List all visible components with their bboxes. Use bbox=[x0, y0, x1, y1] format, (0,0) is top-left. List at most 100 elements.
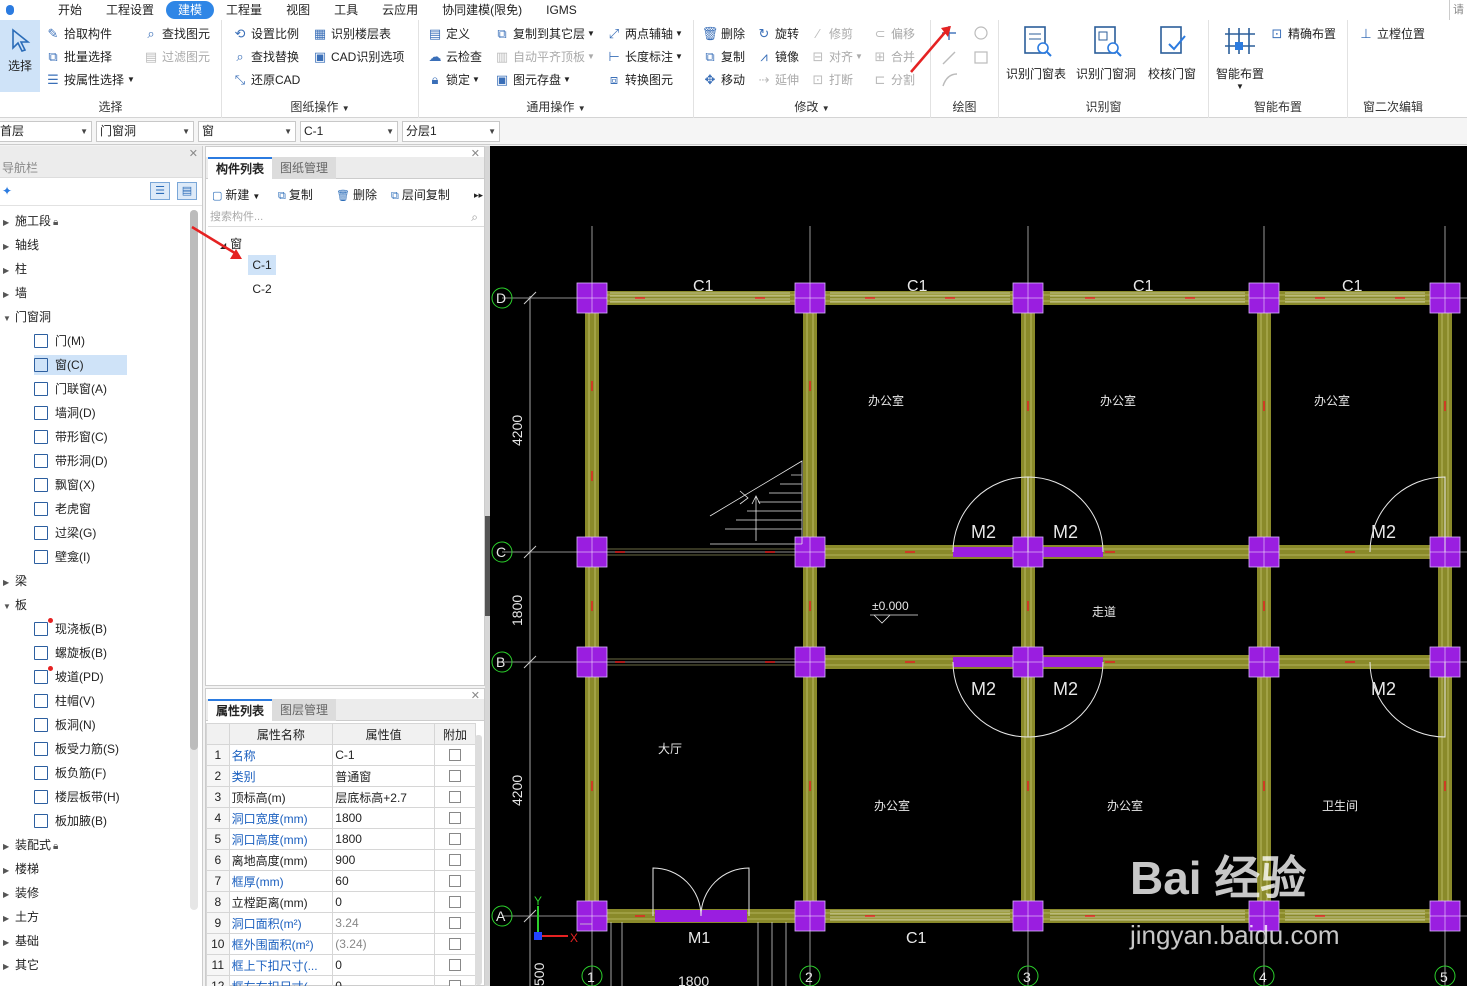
tree-node-wall[interactable]: ▶ 墙 bbox=[0, 283, 27, 303]
find-element-button[interactable]: ⌕ 查找图元 bbox=[143, 24, 210, 44]
tab-component-list[interactable]: 构件列表 bbox=[208, 157, 273, 179]
tree-child-bay-window[interactable]: 飘窗(X) bbox=[34, 475, 127, 495]
property-extra-checkbox[interactable] bbox=[433, 954, 477, 976]
menu-cloud[interactable]: 云应用 bbox=[370, 1, 430, 19]
menu-project-settings[interactable]: 工程设置 bbox=[94, 1, 166, 19]
property-extra-checkbox[interactable] bbox=[433, 849, 477, 871]
tree-node-decoration[interactable]: ▶ 装修 bbox=[0, 883, 39, 903]
property-row[interactable]: 4 洞口宽度(mm) 1800 bbox=[206, 807, 477, 829]
rotate-button[interactable]: ↻ 旋转 bbox=[756, 24, 799, 44]
layer-select[interactable]: 分层1 ▼ bbox=[402, 121, 500, 142]
tree-child-slab-rebar[interactable]: 板受力筋(S) bbox=[34, 739, 127, 759]
menu-start[interactable]: 开始 bbox=[46, 1, 94, 19]
detail-view-icon[interactable]: ▤ bbox=[177, 182, 197, 200]
element-save-button[interactable]: ▣ 图元存盘 ▼ bbox=[494, 70, 571, 90]
precise-place-button[interactable]: ⊡ 精确布置 bbox=[1269, 24, 1336, 44]
find-replace-button[interactable]: ⌕ 查找替换 bbox=[232, 47, 299, 67]
menu-view[interactable]: 视图 bbox=[274, 1, 322, 19]
tree-node-other[interactable]: ▶ 其它 bbox=[0, 955, 39, 975]
move-button[interactable]: ✥ 移动 bbox=[702, 70, 745, 90]
property-row[interactable]: 10 框外围面积(m²) (3.24) bbox=[206, 933, 477, 955]
set-scale-button[interactable]: ⟲ 设置比例 bbox=[232, 24, 299, 44]
select-button[interactable]: 选择 bbox=[0, 20, 40, 92]
property-row[interactable]: 8 立樘距离(mm) 0 bbox=[206, 891, 477, 913]
category-select[interactable]: 门窗洞 ▼ bbox=[96, 121, 194, 142]
property-extra-checkbox[interactable] bbox=[433, 933, 477, 955]
property-value[interactable]: 0 bbox=[332, 975, 435, 986]
length-dim-button[interactable]: ⊢ 长度标注 ▼ bbox=[606, 47, 683, 67]
property-extra-checkbox[interactable] bbox=[433, 828, 477, 850]
tree-child-slab-hole[interactable]: 板洞(N) bbox=[34, 715, 127, 735]
tree-child-neg-rebar[interactable]: 板负筋(F) bbox=[34, 763, 127, 783]
cloud-check-button[interactable]: ☁ 云检查 bbox=[427, 47, 483, 67]
convert-element-button[interactable]: ⧈ 转换图元 bbox=[606, 70, 673, 90]
check-window-button[interactable]: 校核门窗 bbox=[1141, 24, 1203, 82]
property-row[interactable]: 11 框上下扣尺寸(... 0 bbox=[206, 954, 477, 976]
select-by-attr-button[interactable]: ☰ 按属性选择 ▼ bbox=[45, 70, 135, 90]
component-select[interactable]: C-1 ▼ bbox=[300, 121, 398, 142]
tree-node-earthwork[interactable]: ▶ 土方 bbox=[0, 907, 39, 927]
tree-node-slab[interactable]: ▼ 板 bbox=[0, 595, 27, 615]
tree-child-strip-window[interactable]: 带形窗(C) bbox=[34, 427, 127, 447]
type-select[interactable]: 窗 ▼ bbox=[198, 121, 296, 142]
tree-child-lintel[interactable]: 过梁(G) bbox=[34, 523, 127, 543]
two-point-axis-button[interactable]: ⤢ 两点辅轴 ▼ bbox=[606, 24, 683, 44]
tree-child-dormer[interactable]: 老虎窗 bbox=[34, 499, 127, 519]
recognize-window-opening-button[interactable]: 识别门窗洞 bbox=[1075, 24, 1137, 82]
property-extra-checkbox[interactable] bbox=[433, 891, 477, 913]
property-value[interactable]: 0 bbox=[332, 954, 435, 976]
tree-child-spiral-slab[interactable]: 螺旋板(B) bbox=[34, 643, 127, 663]
filter-element-button[interactable]: ▤ 过滤图元 bbox=[143, 47, 210, 67]
define-button[interactable]: ▤ 定义 bbox=[427, 24, 470, 44]
property-row[interactable]: 6 离地高度(mm) 900 bbox=[206, 849, 477, 871]
tree-child-door-window[interactable]: 门联窗(A) bbox=[34, 379, 127, 399]
tree-node-prefab[interactable]: ▶ 装配式 🔒︎ bbox=[0, 835, 58, 855]
cad-options-button[interactable]: ▣ CAD识别选项 bbox=[312, 47, 405, 67]
login-hint[interactable]: 请 bbox=[1449, 0, 1467, 20]
menu-modeling[interactable]: 建模 bbox=[166, 1, 215, 19]
close-icon[interactable]: ✕ bbox=[189, 147, 198, 160]
tree-node-construction-section[interactable]: ▶ 施工段 🔒︎ bbox=[0, 211, 58, 231]
list-view-icon[interactable]: ☰ bbox=[150, 182, 170, 200]
stand-position-button[interactable]: ⊥ 立樘位置 bbox=[1358, 24, 1425, 44]
menu-tools[interactable]: 工具 bbox=[322, 1, 370, 19]
menu-quantity[interactable]: 工程量 bbox=[214, 1, 274, 19]
smart-place-button[interactable]: 智能布置 ▼ bbox=[1209, 24, 1271, 91]
menu-collab[interactable]: 协同建模(限免) bbox=[430, 1, 534, 19]
property-value[interactable]: 层底标高+2.7 bbox=[332, 786, 435, 808]
cad-drawing[interactable]: DCBA1 2 3 4 5C1 C1 C1 C1C1M1M2 M2 M2M2 M2 M2办公室 办公室办… bbox=[490, 146, 1467, 986]
trim-button[interactable]: ⁄ 修剪 bbox=[810, 24, 853, 44]
property-value[interactable]: 3.24 bbox=[332, 912, 435, 934]
property-value[interactable]: 0 bbox=[332, 891, 435, 913]
property-row[interactable]: 12框左右扣尺寸(...0 bbox=[206, 975, 477, 986]
copy-component-button[interactable]: ⧉ 复制 bbox=[278, 186, 313, 204]
align-button[interactable]: ⊟ 对齐 ▼ bbox=[810, 47, 863, 67]
property-extra-checkbox[interactable] bbox=[433, 744, 477, 766]
tab-drawing-management[interactable]: 图纸管理 bbox=[272, 157, 337, 179]
property-value[interactable]: C-1 bbox=[332, 744, 435, 766]
break-button[interactable]: ⊡ 打断 bbox=[810, 70, 853, 90]
floor-copy-button[interactable]: ⧉ 层间复制 bbox=[391, 186, 450, 204]
lock-button[interactable]: 🔒︎ 锁定 ▼ bbox=[427, 70, 480, 90]
property-value[interactable]: 900 bbox=[332, 849, 435, 871]
property-extra-checkbox[interactable] bbox=[433, 786, 477, 808]
copy-to-floor-button[interactable]: ⧉ 复制到其它层 ▼ bbox=[494, 24, 595, 44]
property-value[interactable]: 60 bbox=[332, 870, 435, 892]
property-row[interactable]: 5 洞口高度(mm) 1800 bbox=[206, 828, 477, 850]
tree-child-window[interactable]: 窗(C) bbox=[34, 355, 127, 375]
property-extra-checkbox[interactable] bbox=[433, 807, 477, 829]
auto-align-slab-button[interactable]: ▥ 自动平齐顶板 ▼ bbox=[494, 47, 595, 67]
tree-node-axis[interactable]: ▶ 轴线 bbox=[0, 235, 39, 255]
property-extra-checkbox[interactable] bbox=[433, 975, 477, 986]
property-value[interactable]: 普通窗 bbox=[332, 765, 435, 787]
batch-select-button[interactable]: ⧉ 批量选择 bbox=[45, 47, 112, 67]
property-scrollbar[interactable] bbox=[475, 735, 482, 985]
tab-layer-management[interactable]: 图层管理 bbox=[272, 699, 337, 721]
property-value[interactable]: (3.24) bbox=[332, 933, 435, 955]
app-logo-icon[interactable] bbox=[0, 0, 20, 20]
property-row[interactable]: 1 名称 C-1 bbox=[206, 744, 477, 766]
tree-child-slab-band[interactable]: 楼层板带(H) bbox=[34, 787, 127, 807]
extend-button[interactable]: ⇢ 延伸 bbox=[756, 70, 799, 90]
tree-child-niche[interactable]: 壁龛(I) bbox=[34, 547, 127, 567]
component-item-c2[interactable]: C-2 bbox=[248, 279, 276, 299]
